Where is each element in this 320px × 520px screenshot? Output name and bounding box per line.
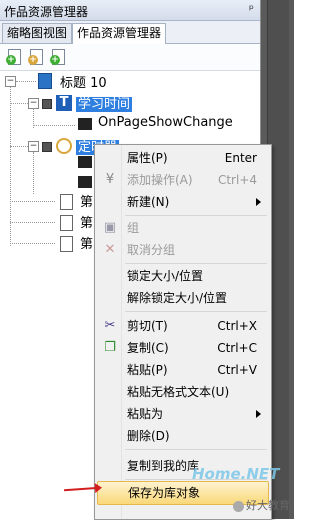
tab-thumbnail-view[interactable]: 缩略图视图 bbox=[2, 23, 73, 43]
menu-item-unlock-size-position[interactable]: 解除锁定大小/位置 bbox=[97, 287, 267, 309]
add-action-icon: ¥ bbox=[105, 172, 115, 187]
menu-item-paste-plain-text[interactable]: 粘贴无格式文本(U) bbox=[97, 381, 267, 403]
menu-item-paste[interactable]: 粘贴(P) Ctrl+V bbox=[97, 359, 267, 381]
collapse-icon[interactable]: − bbox=[28, 141, 39, 152]
panel-toolbar: + + + bbox=[0, 44, 260, 71]
submenu-arrow-icon bbox=[256, 198, 261, 206]
menu-item-add-action[interactable]: ¥ 添加操作(A) Ctrl+4 bbox=[97, 169, 267, 191]
menu-item-group[interactable]: ▣ 组 bbox=[97, 217, 267, 239]
panel-title: 作品资源管理器 bbox=[4, 5, 89, 19]
menu-item-ungroup[interactable]: ✕ 取消分组 bbox=[97, 239, 267, 261]
menu-item-new[interactable]: 新建(N) bbox=[97, 191, 267, 213]
tab-resource-manager[interactable]: 作品资源管理器 bbox=[72, 23, 167, 44]
context-menu: 属性(P) Enter ¥ 添加操作(A) Ctrl+4 新建(N) ▣ 组 ✕ 取… bbox=[94, 144, 272, 520]
copy-icon: ❐ bbox=[104, 340, 116, 355]
action-icon bbox=[78, 176, 92, 188]
book-icon bbox=[38, 73, 52, 89]
tree-root-label[interactable]: 标题 10 bbox=[60, 72, 107, 91]
menu-item-delete[interactable]: 删除(D) bbox=[97, 425, 267, 447]
action-icon bbox=[78, 156, 92, 168]
text-object-icon: T bbox=[56, 95, 72, 111]
tree-page-1[interactable]: 第 bbox=[80, 191, 93, 210]
plus-icon: + bbox=[28, 55, 38, 65]
tree-node-study-time[interactable]: 学习时间 bbox=[76, 97, 133, 112]
plus-icon: + bbox=[6, 55, 16, 65]
action-icon bbox=[78, 118, 92, 130]
scissors-icon: ✂ bbox=[104, 318, 116, 333]
menu-item-copy[interactable]: ❐ 复制(C) Ctrl+C bbox=[97, 337, 267, 359]
panel-titlebar: 作品资源管理器 ᵖ bbox=[0, 0, 260, 21]
tree-page-3[interactable]: 第 bbox=[80, 233, 93, 252]
brand-logo-icon bbox=[233, 500, 244, 512]
menu-item-properties[interactable]: 属性(P) Enter bbox=[97, 147, 267, 169]
page-icon bbox=[60, 215, 73, 231]
watermark-site: Home.NET bbox=[192, 465, 280, 483]
tree-page-2[interactable]: 第 bbox=[80, 212, 93, 231]
menu-item-paste-as[interactable]: 粘贴为 bbox=[97, 403, 267, 425]
watermark-brand: 好大教育 bbox=[233, 497, 290, 513]
page-icon bbox=[60, 194, 73, 210]
add-action-button[interactable]: + bbox=[28, 49, 44, 65]
ungroup-icon: ✕ bbox=[104, 242, 116, 257]
page-icon bbox=[60, 236, 73, 252]
pin-icon[interactable]: ᵖ bbox=[249, 2, 254, 16]
collapse-icon[interactable]: − bbox=[5, 76, 16, 87]
plus-icon: + bbox=[50, 55, 60, 65]
add-object-button[interactable]: + bbox=[50, 49, 66, 65]
panel-tabs: 缩略图视图 作品资源管理器 bbox=[0, 21, 260, 44]
menu-item-cut[interactable]: ✂ 剪切(T) Ctrl+X bbox=[97, 315, 267, 337]
timer-icon bbox=[56, 138, 72, 154]
group-icon: ▣ bbox=[103, 220, 117, 235]
menu-item-lock-size-position[interactable]: 锁定大小/位置 bbox=[97, 265, 267, 287]
state-icon bbox=[42, 142, 52, 152]
tree-node-onpageshowchange[interactable]: OnPageShowChange bbox=[98, 115, 233, 130]
submenu-arrow-icon bbox=[256, 410, 261, 418]
add-page-button[interactable]: + bbox=[6, 49, 22, 65]
state-icon bbox=[42, 99, 52, 109]
